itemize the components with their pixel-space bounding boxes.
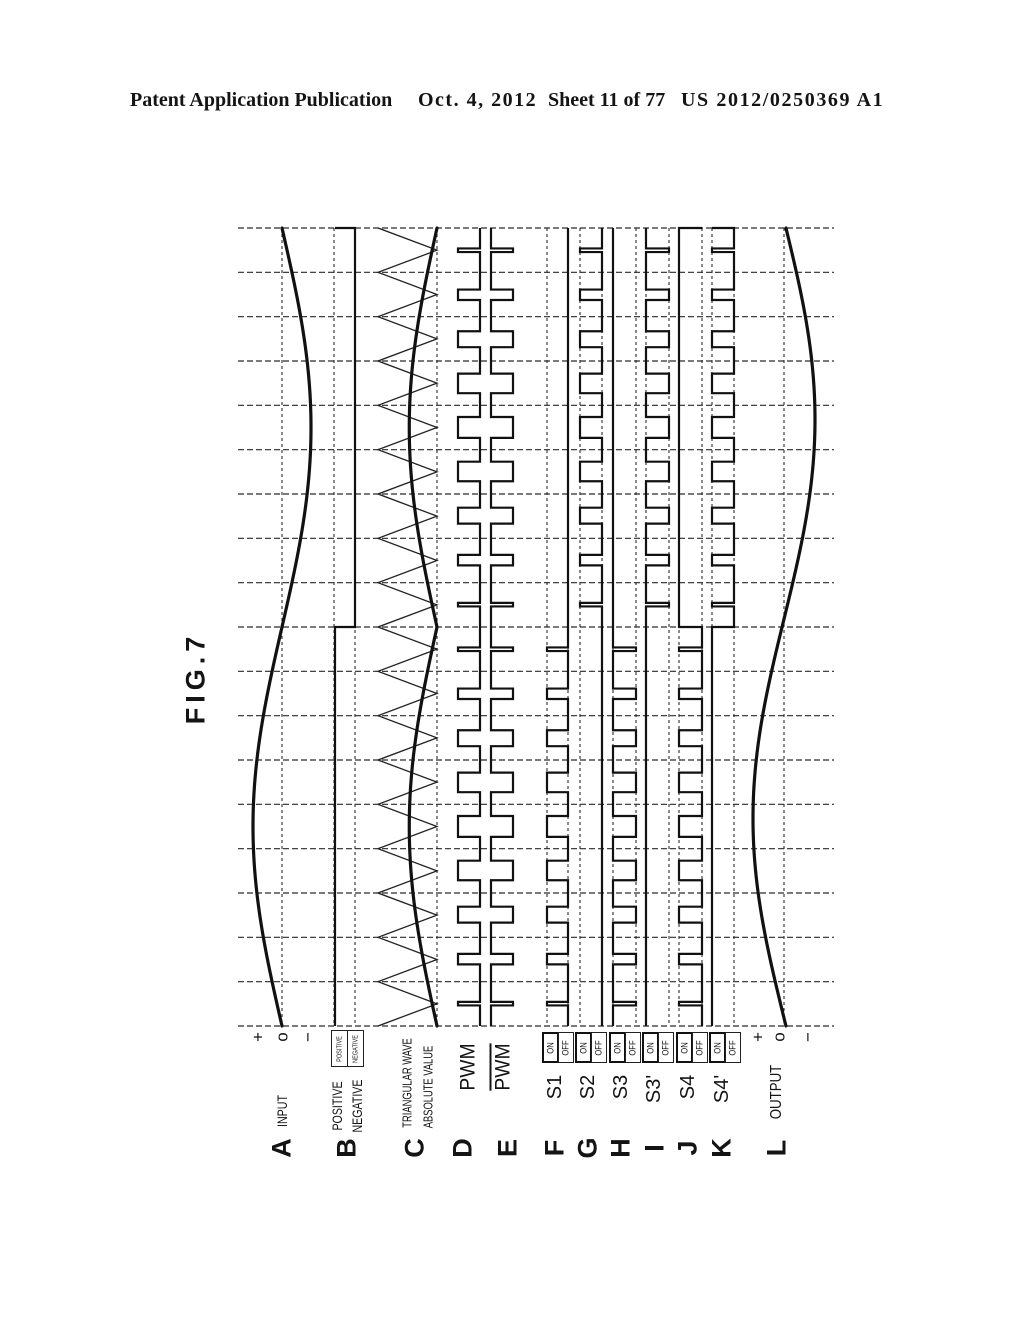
input-axis-minus: − xyxy=(298,1032,318,1042)
s2-off-cell: OFF xyxy=(591,1032,607,1063)
row-letter-i: I xyxy=(639,1144,670,1152)
row-letter-b: B xyxy=(331,1138,362,1158)
row-label-output: OUTPUT xyxy=(768,1064,785,1120)
s4-on-text: ON xyxy=(679,1041,689,1054)
s3-on-cell: ON xyxy=(609,1032,626,1063)
s1-off-text: OFF xyxy=(560,1039,571,1056)
legend-cell-positive: POSITIVE xyxy=(331,1030,348,1067)
row-letter-l: L xyxy=(761,1139,792,1157)
s3-prime-on-cell: ON xyxy=(642,1032,659,1063)
legend-text-positive: POSITIVE xyxy=(336,1035,343,1062)
row-label-triangular-wave: TRIANGULAR WAVE xyxy=(399,1038,415,1128)
input-axis-plus: + xyxy=(248,1032,268,1042)
output-axis-plus: + xyxy=(748,1032,768,1042)
row-label-negative: NEGATIVE xyxy=(349,1079,365,1133)
row-letter-d: D xyxy=(447,1138,478,1158)
s4-on-cell: ON xyxy=(676,1032,693,1063)
s3-off-text: OFF xyxy=(627,1039,638,1056)
row-letter-c: C xyxy=(399,1138,430,1158)
row-label-pwm: PWM xyxy=(456,1043,480,1091)
waveform-b-polarity xyxy=(333,226,357,1026)
row-label-s1: S1 xyxy=(544,1074,566,1100)
row-letter-h: H xyxy=(605,1138,636,1158)
output-axis-zero: o xyxy=(769,1032,789,1042)
s3-prime-off-text: OFF xyxy=(660,1039,671,1056)
row-label-s3-prime: S3' xyxy=(643,1074,665,1104)
row-label-s3: S3 xyxy=(610,1074,632,1100)
s1-off-cell: OFF xyxy=(558,1032,574,1063)
legend-cell-negative: NEGATIVE xyxy=(347,1030,364,1067)
output-axis-minus: − xyxy=(798,1032,818,1042)
legend-text-negative: NEGATIVE xyxy=(352,1034,359,1063)
row-label-s4-prime: S4' xyxy=(711,1074,733,1104)
row-letter-f: F xyxy=(539,1139,570,1157)
row-label-s4: S4 xyxy=(677,1074,699,1100)
waveform-k-s4-prime xyxy=(710,226,736,1026)
row-label-pwm-inverted: PWM xyxy=(491,1043,515,1091)
waveform-j-s4 xyxy=(677,226,704,1026)
row-label-absolute-value: ABSOLUTE VALUE xyxy=(420,1045,436,1129)
s3-prime-on-text: ON xyxy=(645,1041,655,1054)
s3-prime-off-cell: OFF xyxy=(658,1032,674,1063)
timing-diagram xyxy=(238,226,834,1028)
s2-off-text: OFF xyxy=(593,1039,604,1056)
s4-off-cell: OFF xyxy=(692,1032,708,1063)
s1-on-cell: ON xyxy=(542,1032,559,1063)
s2-on-text: ON xyxy=(578,1041,588,1054)
row-letter-j: J xyxy=(672,1140,703,1156)
s1-on-text: ON xyxy=(545,1041,555,1054)
row-letter-e: E xyxy=(492,1138,523,1158)
s4-prime-on-cell: ON xyxy=(709,1032,726,1063)
row-letter-g: G xyxy=(572,1137,603,1159)
row-letter-a: A xyxy=(266,1138,297,1158)
s4-off-text: OFF xyxy=(694,1039,705,1056)
s4-prime-on-text: ON xyxy=(712,1041,722,1054)
input-axis-zero: o xyxy=(272,1032,292,1042)
s4-prime-off-text: OFF xyxy=(727,1039,738,1056)
row-label-input: INPUT xyxy=(274,1095,290,1127)
row-letter-k: K xyxy=(706,1138,737,1158)
s3-on-text: ON xyxy=(612,1041,622,1054)
s3-off-cell: OFF xyxy=(625,1032,641,1063)
row-label-s2: S2 xyxy=(577,1074,599,1100)
s4-prime-off-cell: OFF xyxy=(725,1032,741,1063)
s2-on-cell: ON xyxy=(575,1032,592,1063)
row-label-positive: POSITIVE xyxy=(329,1081,345,1131)
